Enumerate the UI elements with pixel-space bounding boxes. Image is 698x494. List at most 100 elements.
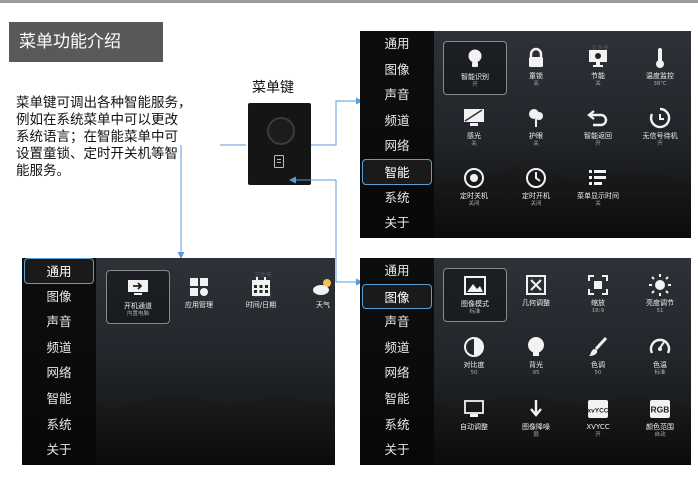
display-icon	[464, 109, 484, 126]
tile-status: 51	[656, 308, 664, 314]
menu-tile[interactable]: 几何调整	[505, 268, 567, 320]
sidebar-item[interactable]: 声音	[360, 82, 434, 108]
menu-tile[interactable]: 色调 50	[567, 330, 629, 382]
tile-label: 无信号待机	[642, 132, 678, 140]
tile-label: 背光	[529, 361, 543, 369]
tile-label: 色温	[653, 361, 667, 369]
sidebar-item[interactable]: 频道	[22, 335, 96, 361]
tile-status: 开	[657, 141, 663, 147]
sidebar-item[interactable]: 系统	[360, 412, 434, 438]
tile-status: 开	[595, 432, 601, 438]
menu-sidebar: 通用 图像 声音 频道 网络 智能 系统 关于	[360, 31, 434, 238]
menu-tile[interactable]: 色温 标准	[629, 330, 691, 382]
power-on-channel-icon	[128, 280, 148, 295]
menu-tile[interactable]: 定时开机 关闭	[505, 161, 567, 213]
sidebar-item[interactable]: 通用	[24, 258, 94, 284]
menu-sidebar: 通用 图像 声音 频道 网络 智能 系统 关于	[22, 258, 96, 465]
brightness-icon	[649, 274, 671, 296]
contrast-icon	[464, 337, 484, 357]
sidebar-item[interactable]: 频道	[360, 335, 434, 361]
menu-sidebar: 通用 图像 声音 频道 网络 智能 系统 关于	[360, 258, 434, 465]
sidebar-item[interactable]: 通用	[360, 31, 434, 57]
sidebar-item[interactable]: 智能	[360, 386, 434, 412]
sidebar-item[interactable]: 图像	[360, 57, 434, 83]
sidebar-item[interactable]: 通用	[360, 258, 434, 284]
tile-label: 几何调整	[522, 299, 550, 307]
menu-tile[interactable]: RGB 颜色范围 自动	[629, 392, 691, 444]
menu-tile[interactable]: 对比度 50	[443, 330, 505, 382]
color-temp-icon	[649, 338, 671, 354]
menu-tile[interactable]: xvYCC XVYCC 开	[567, 392, 629, 444]
sidebar-item[interactable]: 系统	[360, 185, 434, 211]
arrow-to-picture-menu	[335, 180, 363, 286]
faint-text: 文件夹	[254, 272, 273, 279]
menu-tile[interactable]: 护眼关	[505, 101, 567, 153]
tile-label: XVYCC	[586, 423, 610, 431]
sidebar-item[interactable]: 网络	[360, 360, 434, 386]
rgb-range-icon: RGB	[650, 400, 670, 418]
tile-status: 关	[533, 81, 539, 87]
tile-status: 标准	[654, 370, 666, 376]
menu-tile[interactable]: 图像模式 标准	[443, 268, 507, 322]
tile-status: 关	[595, 201, 601, 207]
tile-status: 50	[470, 370, 478, 376]
menu-tile[interactable]: 智能返回开	[567, 101, 629, 153]
faint-text: 文件夹	[591, 45, 610, 52]
tile-status: 开	[472, 82, 478, 88]
menu-tile[interactable]: 无信号待机开	[629, 101, 691, 153]
tile-label: 智能识别	[461, 73, 489, 81]
tile-label: 定时开机	[522, 192, 550, 200]
sidebar-item[interactable]: 智能	[22, 386, 96, 412]
tile-status: 16:9	[591, 308, 605, 314]
tile-status: 开	[595, 141, 601, 147]
menu-tile[interactable]: 图像降噪弱	[505, 392, 567, 444]
tile-label: 童锁	[529, 72, 543, 80]
tile-status: 自动	[654, 432, 666, 438]
tile-label: 天气	[316, 301, 330, 309]
tile-label: 智能返回	[584, 132, 612, 140]
menu-tile[interactable]: 菜单显示时间关	[567, 161, 629, 213]
lightbulb-icon	[468, 49, 482, 67]
tile-status: 50	[594, 370, 602, 376]
picture-menu-screen: 通用 图像 声音 频道 网络 智能 系统 关于 图像模式 标准几何调整 缩放 16:9 亮度调节 51 对…	[360, 258, 691, 465]
sidebar-item[interactable]: 图像	[362, 283, 432, 310]
menu-tile[interactable]: 自动调整	[443, 392, 505, 444]
tile-label: 自动调整	[460, 423, 488, 431]
tile-label: 节能	[591, 72, 605, 80]
tile-status: 弱	[533, 432, 539, 438]
menu-tile[interactable]: 开机通道 内置电脑	[106, 270, 170, 324]
auto-adjust-icon	[464, 400, 484, 417]
sidebar-item[interactable]: 频道	[360, 108, 434, 134]
sidebar-item[interactable]: 网络	[360, 133, 434, 159]
menu-tile[interactable]: 背光 95	[505, 330, 567, 382]
sidebar-item[interactable]: 智能	[362, 158, 432, 185]
sidebar-item[interactable]: 声音	[22, 309, 96, 335]
menu-tile[interactable]: 感光关	[443, 101, 505, 153]
menu-tile[interactable]: 天气	[292, 270, 335, 322]
sidebar-item[interactable]: 系统	[22, 412, 96, 438]
svg-text:RGB: RGB	[651, 405, 670, 415]
faint-text: 文件夹	[254, 292, 273, 299]
sidebar-item[interactable]: 声音	[360, 309, 434, 335]
sidebar-item[interactable]: 关于	[360, 210, 434, 236]
sidebar-item[interactable]: 关于	[22, 437, 96, 463]
sidebar-item[interactable]: 图像	[22, 284, 96, 310]
tile-status: 关闭	[468, 201, 480, 207]
tile-status: 关闭	[530, 201, 542, 207]
weather-icon	[313, 279, 331, 295]
xvycc-icon: xvYCC	[588, 400, 609, 418]
menu-tile[interactable]: 童锁关	[505, 41, 567, 93]
menu-tile[interactable]: 智能识别开	[443, 41, 507, 95]
tile-label: 感光	[467, 132, 481, 140]
eye-care-icon	[529, 109, 543, 127]
sidebar-item[interactable]: 网络	[22, 360, 96, 386]
noise-reduction-icon	[530, 400, 542, 417]
menu-tile[interactable]: 应用管理	[168, 270, 230, 322]
menu-tile[interactable]: 缩放 16:9	[567, 268, 629, 320]
menu-tile[interactable]: 温度监控 38℃	[629, 41, 691, 93]
sidebar-item[interactable]: 关于	[360, 437, 434, 463]
menu-tile[interactable]: 定时关机 关闭	[443, 161, 505, 213]
menu-tile[interactable]: 亮度调节 51	[629, 268, 691, 320]
tile-label: 定时关机	[460, 192, 488, 200]
svg-text:xvYCC: xvYCC	[588, 408, 609, 415]
